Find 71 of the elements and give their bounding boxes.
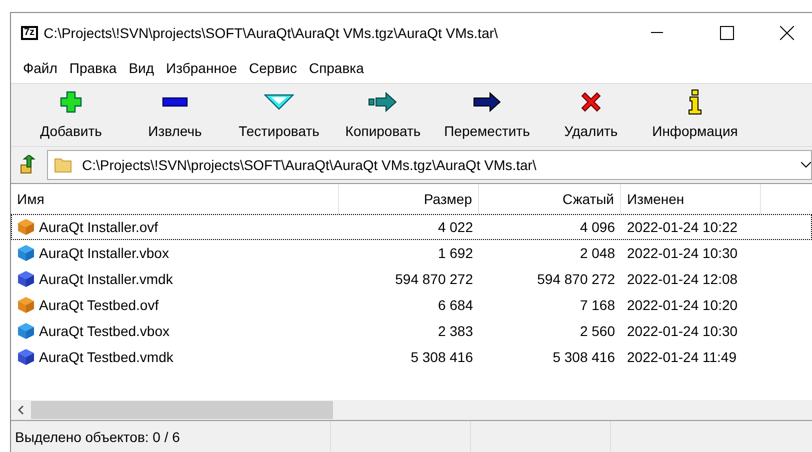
file-row[interactable]: AuraQt Installer.vmdk 594 870 272 594 870 272 2022-01-24 12:08: [11, 266, 812, 292]
menu-item[interactable]: Файл: [17, 58, 64, 78]
column-header[interactable]: Имя: [11, 184, 339, 214]
arrow-icon: [472, 92, 502, 112]
menu-item[interactable]: Справка: [302, 58, 370, 78]
cross-icon: [580, 90, 602, 112]
toolbar-button[interactable]: Удалить: [539, 85, 643, 145]
table-cell-text: 1 692: [438, 244, 473, 262]
table-cell-text: AuraQt Testbed.vbox: [39, 322, 170, 341]
table-cell-text: AuraQt Testbed.ovf: [39, 296, 159, 315]
column-header[interactable]: Размер: [339, 184, 479, 214]
info-icon: [688, 88, 702, 114]
cube-icon: [17, 218, 35, 236]
address-field[interactable]: C:\Projects\!SVN\projects\SOFT\AuraQt\AuraQt VMs.tgz\AuraQt VMs.tar\: [47, 150, 812, 180]
table-cell-text: 6 684: [438, 296, 473, 314]
table-cell-text: AuraQt Installer.vbox: [39, 244, 169, 263]
cube-icon: [17, 348, 35, 366]
arrow-icon: [368, 92, 398, 112]
cube-icon: [17, 296, 35, 314]
toolbar-button[interactable]: Информация: [643, 85, 747, 145]
table-cell-text: 4 022: [438, 218, 473, 236]
toolbar-button[interactable]: Добавить: [19, 85, 123, 145]
table-cell-text: 2022-01-24 10:30: [627, 322, 738, 340]
horizontal-scrollbar[interactable]: [11, 400, 812, 420]
close-icon: [780, 26, 794, 40]
folder-icon: [54, 157, 72, 173]
cube-icon: [17, 270, 35, 288]
toolbar-button[interactable]: Копировать: [331, 85, 435, 145]
table-cell-text: 594 870 272: [395, 270, 473, 288]
menu-item[interactable]: Вид: [122, 58, 160, 78]
app-logo: 7z: [21, 26, 38, 40]
table-cell-text: 2022-01-24 10:30: [627, 244, 738, 262]
toolbar-button[interactable]: Переместить: [435, 85, 539, 145]
checkmark-icon: [264, 94, 294, 110]
table-cell-text: 2 383: [438, 322, 473, 340]
file-row[interactable]: AuraQt Installer.ovf 4 022 4 096 2022-01-24 10:22: [11, 214, 812, 240]
table-cell-text: 2022-01-24 10:20: [627, 296, 738, 314]
minus-icon: [162, 96, 188, 108]
scrollbar-thumb[interactable]: [31, 401, 333, 419]
file-row[interactable]: AuraQt Testbed.ovf 6 684 7 168 2022-01-24 10:20: [11, 292, 812, 318]
maximize-icon: [720, 26, 734, 40]
table-cell-text: 2022-01-24 11:49: [627, 348, 736, 366]
table-cell-text: 5 308 416: [552, 348, 615, 366]
column-header[interactable]: Сжатый: [479, 184, 621, 214]
toolbar-button[interactable]: Извлечь: [123, 85, 227, 145]
menu-item[interactable]: Избранное: [160, 58, 243, 78]
minimize-icon: [651, 32, 663, 34]
file-row[interactable]: AuraQt Testbed.vmdk 5 308 416 5 308 416 2022-01-24 11:49: [11, 344, 812, 370]
table-cell-text: 4 096: [580, 218, 615, 236]
table-cell-text: 2 048: [580, 244, 615, 262]
dropdown-icon[interactable]: [801, 162, 811, 168]
table-cell-text: AuraQt Installer.vmdk: [39, 270, 173, 289]
cube-icon: [17, 322, 35, 340]
file-row[interactable]: AuraQt Installer.vbox 1 692 2 048 2022-01-24 10:30: [11, 240, 812, 266]
toolbar-button[interactable]: Тестировать: [227, 85, 331, 145]
file-row[interactable]: AuraQt Testbed.vbox 2 383 2 560 2022-01-24 10:30: [11, 318, 812, 344]
table-cell-text: 5 308 416: [410, 348, 473, 366]
table-cell-text: 594 870 272: [537, 270, 615, 288]
plus-icon: [59, 90, 83, 114]
table-cell-text: AuraQt Installer.ovf: [39, 218, 158, 237]
table-cell-text: AuraQt Testbed.vmdk: [39, 348, 174, 367]
menu-item[interactable]: Сервис: [243, 58, 303, 78]
table-cell-text: 2 560: [580, 322, 615, 340]
column-header[interactable]: Изменен: [621, 184, 761, 214]
window-title: C:\Projects\!SVN\projects\SOFT\AuraQt\AuraQt VMs.tgz\AuraQt VMs.tar\: [44, 24, 498, 43]
cube-icon: [17, 244, 35, 262]
menu-item[interactable]: Правка: [63, 58, 123, 78]
table-cell-text: 2022-01-24 10:22: [627, 218, 738, 236]
table-cell-text: 7 168: [580, 296, 615, 314]
table-cell-text: 2022-01-24 12:08: [627, 270, 738, 288]
status-text: Выделено объектов: 0 / 6: [11, 421, 331, 452]
